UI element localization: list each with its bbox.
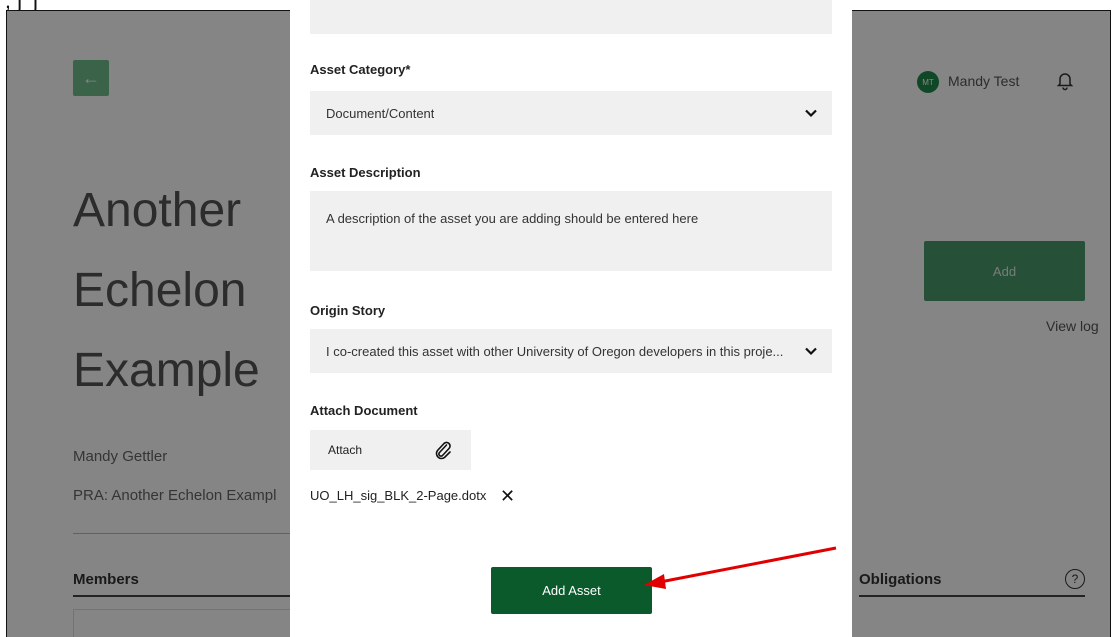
asset-category-label: Asset Category* <box>310 62 411 77</box>
attach-button[interactable]: Attach <box>310 430 471 470</box>
remove-file-icon[interactable]: ✕ <box>500 486 515 507</box>
origin-story-value: I co-created this asset with other Unive… <box>326 343 784 359</box>
asset-category-select[interactable]: Document/Content <box>310 91 832 135</box>
origin-story-label: Origin Story <box>310 303 386 318</box>
attach-document-label: Attach Document <box>310 403 418 418</box>
chevron-down-icon <box>805 109 817 118</box>
asset-description-textarea[interactable]: A description of the asset you are addin… <box>310 191 832 271</box>
add-asset-button[interactable]: Add Asset <box>491 567 652 614</box>
origin-story-select[interactable]: I co-created this asset with other Unive… <box>310 329 832 373</box>
asset-category-value: Document/Content <box>326 105 435 121</box>
asset-description-label: Asset Description <box>310 165 421 180</box>
attached-file-name: UO_LH_sig_BLK_2-Page.dotx <box>310 488 487 503</box>
paperclip-icon <box>435 441 451 460</box>
chevron-down-icon <box>805 347 817 356</box>
attach-button-label: Attach <box>328 443 363 457</box>
add-asset-modal: Asset Category* Document/Content Asset D… <box>290 0 852 637</box>
asset-name-field[interactable] <box>310 0 832 34</box>
